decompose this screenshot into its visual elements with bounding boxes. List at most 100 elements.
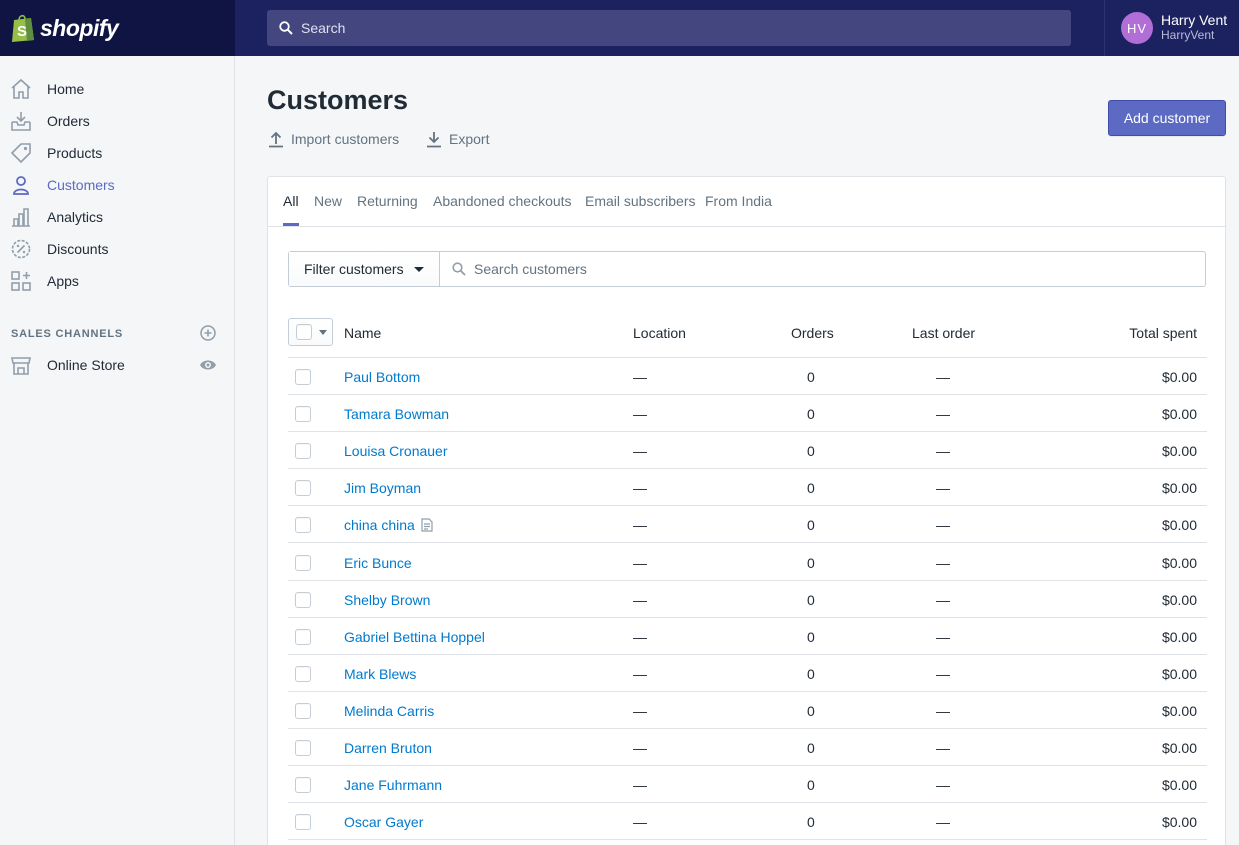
table-row[interactable]: Mark Blews — 0 — $0.00 xyxy=(288,655,1207,692)
export-link[interactable]: Export xyxy=(425,130,489,148)
row-checkbox[interactable] xyxy=(295,443,311,460)
customer-name[interactable]: Mark Blews xyxy=(344,666,416,682)
customer-name-link[interactable]: Oscar Gayer xyxy=(344,814,423,830)
customer-name-link[interactable]: Darren Bruton xyxy=(344,740,432,756)
tab-new[interactable]: New xyxy=(314,193,342,209)
customer-name[interactable]: Paul Bottom xyxy=(344,369,420,385)
sidebar-item-orders[interactable]: Orders xyxy=(0,105,234,137)
row-checkbox[interactable] xyxy=(295,591,311,608)
row-checkbox[interactable] xyxy=(295,665,311,682)
customer-name[interactable]: Tamara Bowman xyxy=(344,406,449,422)
customer-last-order: — xyxy=(936,517,950,534)
customer-name[interactable]: Jim Boyman xyxy=(344,480,421,496)
customer-name[interactable]: Eric Bunce xyxy=(344,555,412,571)
tab-all[interactable]: All xyxy=(283,193,299,209)
customer-orders: 0 xyxy=(807,369,815,385)
customer-name[interactable]: Louisa Cronauer xyxy=(344,443,448,459)
table-row[interactable]: china china — 0 — $0.00 xyxy=(288,506,1207,544)
column-header-location[interactable]: Location xyxy=(633,325,686,341)
row-checkbox[interactable] xyxy=(295,740,311,756)
global-search[interactable] xyxy=(267,10,1071,46)
customer-name-link[interactable]: Shelby Brown xyxy=(344,592,430,608)
user-handle: HarryVent xyxy=(1161,28,1215,42)
checkbox[interactable] xyxy=(296,324,312,340)
sidebar-item-discounts[interactable]: Discounts xyxy=(0,233,234,265)
sidebar-item-products[interactable]: Products xyxy=(0,137,234,169)
caret-down-icon[interactable] xyxy=(319,329,327,335)
shopify-logo[interactable]: S shopify xyxy=(0,0,235,56)
customer-name-link[interactable]: Tamara Bowman xyxy=(344,406,449,422)
table-row[interactable]: Eric Bunce — 0 — $0.00 xyxy=(288,544,1207,581)
customer-name[interactable]: china china xyxy=(344,517,415,533)
sidebar-item-customers[interactable]: Customers xyxy=(0,169,234,201)
customer-name-link[interactable]: Gabriel Bettina Hoppel xyxy=(344,629,485,645)
filter-customers-button[interactable]: Filter customers xyxy=(289,252,440,286)
tab-returning[interactable]: Returning xyxy=(357,193,418,209)
customer-orders: 0 xyxy=(807,702,815,719)
row-checkbox[interactable] xyxy=(295,628,311,645)
row-checkbox[interactable] xyxy=(295,406,311,423)
sidebar-item-label: Discounts xyxy=(47,241,109,257)
row-checkbox[interactable] xyxy=(295,814,311,831)
column-header-orders[interactable]: Orders xyxy=(791,325,834,341)
customer-name-link[interactable]: Paul Bottom xyxy=(344,369,420,385)
table-row[interactable]: Shelby Brown — 0 — $0.00 xyxy=(288,581,1207,618)
customer-name-link[interactable]: Eric Bunce xyxy=(344,555,412,571)
row-checkbox[interactable] xyxy=(295,369,311,385)
customer-name-link[interactable]: Jim Boyman xyxy=(344,480,421,496)
sidebar-item-label: Analytics xyxy=(47,209,104,225)
customer-name[interactable]: Melinda Carris xyxy=(344,703,434,719)
customer-name[interactable]: Darren Bruton xyxy=(344,740,432,756)
avatar: HV xyxy=(1121,12,1153,44)
row-checkbox[interactable] xyxy=(295,777,311,794)
customer-name-link[interactable]: Louisa Cronauer xyxy=(344,443,448,459)
column-header-last-order[interactable]: Last order xyxy=(912,325,975,341)
table-row[interactable]: Jane Fuhrmann — 0 — $0.00 xyxy=(288,766,1207,804)
row-checkbox[interactable] xyxy=(295,702,311,719)
tab-bar: All New Returning Abandoned checkouts Em… xyxy=(268,177,1225,227)
sidebar-item-apps[interactable]: Apps xyxy=(0,265,234,297)
customer-name-link[interactable]: Mark Blews xyxy=(344,666,416,682)
bulk-select-checkbox[interactable] xyxy=(288,318,333,346)
customer-search[interactable] xyxy=(440,252,1205,286)
customer-name[interactable]: Shelby Brown xyxy=(344,592,430,608)
tab-abandoned-checkouts[interactable]: Abandoned checkouts xyxy=(433,193,572,209)
table-row[interactable]: Oscar Gayer — 0 — $0.00 xyxy=(288,803,1207,841)
orders-icon xyxy=(10,110,32,132)
customer-name-link[interactable]: Melinda Carris xyxy=(344,703,434,719)
table-row[interactable]: Paul Bottom — 0 — $0.00 xyxy=(288,358,1207,395)
customer-search-input[interactable] xyxy=(474,261,1174,277)
row-checkbox[interactable] xyxy=(295,554,311,571)
customer-name[interactable]: Oscar Gayer xyxy=(344,814,423,830)
customer-total-spent: $0.00 xyxy=(1161,591,1197,608)
customer-name-link[interactable]: Jane Fuhrmann xyxy=(344,777,442,793)
column-header-total-spent[interactable]: Total spent xyxy=(1129,325,1197,341)
import-label: Import customers xyxy=(291,131,400,147)
table-row[interactable]: Darren Bruton — 0 — $0.00 xyxy=(288,729,1207,766)
sidebar-item-analytics[interactable]: Analytics xyxy=(0,201,234,233)
global-search-input[interactable] xyxy=(301,20,1001,36)
table-row[interactable]: Tamara Bowman — 0 — $0.00 xyxy=(288,395,1207,433)
import-customers-link[interactable]: Import customers xyxy=(267,130,399,148)
table-row[interactable]: Louisa Cronauer — 0 — $0.00 xyxy=(288,432,1207,470)
tab-email-subscribers[interactable]: Email subscribers xyxy=(585,193,695,209)
table-row[interactable]: Gabriel Bettina Hoppel — 0 — $0.00 xyxy=(288,618,1207,655)
store-icon xyxy=(10,354,32,376)
sidebar-item-home[interactable]: Home xyxy=(0,73,234,105)
add-customer-button[interactable]: Add customer xyxy=(1108,100,1226,136)
add-circle-icon[interactable] xyxy=(200,325,216,341)
customer-name[interactable]: Jane Fuhrmann xyxy=(344,777,442,793)
column-header-name[interactable]: Name xyxy=(344,325,381,341)
page-title: Customers xyxy=(267,85,409,115)
table-row[interactable]: Melinda Carris — 0 — $0.00 xyxy=(288,692,1207,729)
customer-name-link[interactable]: china china xyxy=(344,517,433,533)
upload-icon xyxy=(269,131,283,148)
tab-from-india[interactable]: From India xyxy=(705,193,772,209)
row-checkbox[interactable] xyxy=(295,517,311,534)
customer-orders: 0 xyxy=(807,443,815,460)
user-menu[interactable]: HV Harry Vent HarryVent xyxy=(1104,0,1239,56)
customer-name[interactable]: Gabriel Bettina Hoppel xyxy=(344,629,485,645)
table-row[interactable]: Jim Boyman — 0 — $0.00 xyxy=(288,469,1207,507)
row-checkbox[interactable] xyxy=(295,480,311,497)
eye-icon[interactable] xyxy=(199,358,217,372)
